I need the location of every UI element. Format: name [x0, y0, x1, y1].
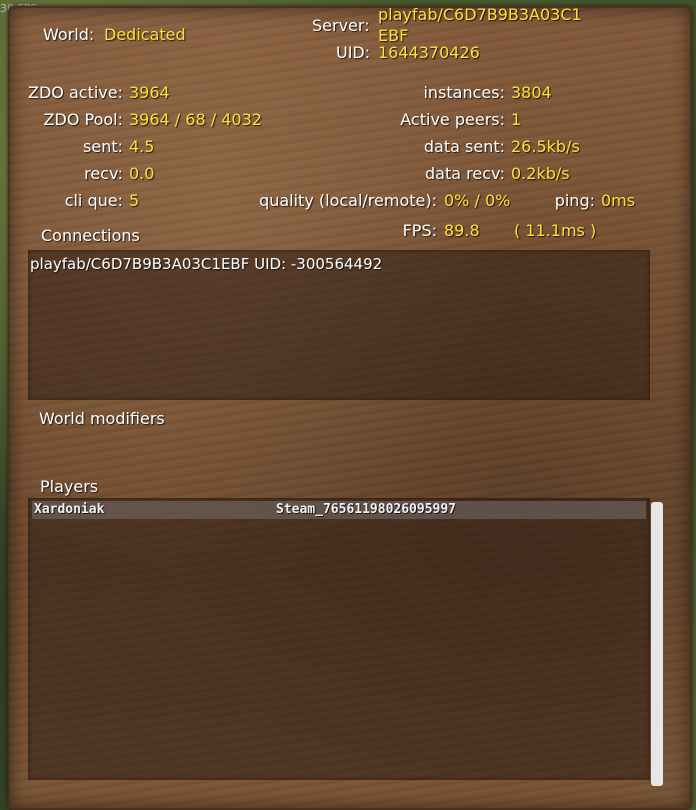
server-value-line1: playfab/C6D7B9B3A03C1 [378, 5, 582, 24]
world-modifiers-title: World modifiers [39, 409, 165, 428]
ping-value: 0ms [601, 191, 636, 210]
players-list[interactable]: Xardoniak Steam_76561198026095997 [28, 498, 650, 780]
instances-label: instances: [423, 83, 505, 102]
player-id: Steam_76561198026095997 [276, 502, 457, 517]
active-peers-label: Active peers: [400, 110, 505, 129]
quality-value: 0% / 0% [444, 191, 511, 210]
zdo-active-label: ZDO active: [28, 83, 123, 102]
data-recv-label: data recv: [425, 164, 505, 183]
players-scrollbar[interactable] [651, 502, 663, 786]
world-value: Dedicated [104, 25, 186, 44]
recv-value: 0.0 [129, 164, 155, 183]
player-name: Xardoniak [34, 502, 105, 517]
instances-value: 3804 [511, 83, 552, 102]
active-peers-value: 1 [511, 110, 522, 129]
data-sent-value: 26.5kb/s [511, 137, 580, 156]
recv-label: recv: [84, 164, 123, 183]
zdo-pool-label: ZDO Pool: [43, 110, 123, 129]
data-recv-value: 0.2kb/s [511, 164, 570, 183]
sent-label: sent: [83, 137, 123, 156]
zdo-pool-value: 3964 / 68 / 4032 [129, 110, 262, 129]
fps-value: 89.8 [444, 221, 480, 240]
connections-list[interactable]: playfab/C6D7B9B3A03C1EBF UID: -300564492 [28, 250, 650, 400]
player-row[interactable]: Xardoniak Steam_76561198026095997 [32, 501, 646, 519]
uid-value: 1644370426 [378, 43, 480, 62]
cli-que-value: 5 [129, 191, 140, 210]
fps-label: FPS: [402, 221, 437, 240]
connections-title: Connections [41, 226, 140, 245]
world-label: World: [43, 25, 95, 44]
players-title: Players [40, 477, 99, 496]
server-label: Server: [312, 16, 370, 35]
quality-label: quality (local/remote): [259, 191, 437, 210]
data-sent-label: data sent: [423, 137, 505, 156]
uid-label: UID: [336, 43, 371, 62]
zdo-active-value: 3964 [129, 83, 170, 102]
cli-que-label: cli que: [64, 191, 123, 210]
frame-time-value: ( 11.1ms ) [514, 221, 597, 240]
connection-item: playfab/C6D7B9B3A03C1EBF UID: -300564492 [30, 255, 383, 273]
ping-label: ping: [554, 191, 595, 210]
sent-value: 4.5 [129, 137, 155, 156]
